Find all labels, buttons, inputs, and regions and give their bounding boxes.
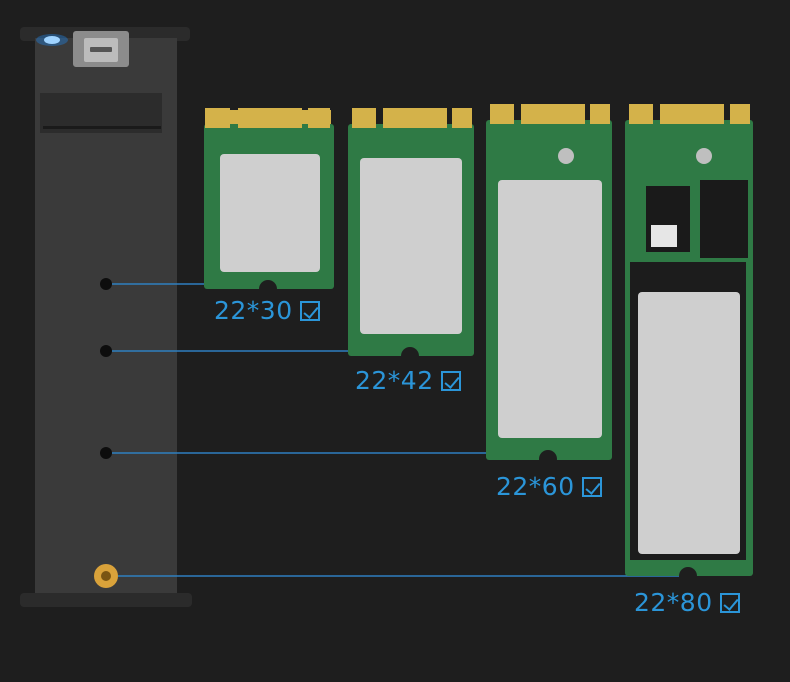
- size-label-2260: 22*60: [496, 472, 602, 501]
- status-led: [36, 34, 68, 46]
- check-icon: [440, 370, 461, 391]
- ssd-2260: [486, 104, 612, 468]
- brass-standoff: [94, 564, 118, 588]
- usb-c-port: [73, 31, 129, 67]
- illustration: [20, 27, 753, 607]
- size-label-2242: 22*42: [355, 366, 461, 395]
- ssd-size-compatibility-graphic: 22*30 22*42 22*60 22*80: [0, 0, 790, 682]
- enclosure: [20, 27, 192, 607]
- mount-hole-60: [100, 447, 112, 459]
- ssd-2242: [348, 108, 474, 365]
- size-text: 22*30: [214, 296, 293, 325]
- check-icon: [581, 476, 602, 497]
- size-text: 22*80: [634, 588, 713, 617]
- mount-hole-30: [100, 278, 112, 290]
- size-label-2230: 22*30: [214, 296, 320, 325]
- size-text: 22*42: [355, 366, 434, 395]
- check-icon: [719, 592, 740, 613]
- mount-hole-42: [100, 345, 112, 357]
- check-icon: [299, 300, 320, 321]
- size-text: 22*60: [496, 472, 575, 501]
- size-label-2280: 22*80: [634, 588, 740, 617]
- ssd-2230: [204, 108, 334, 298]
- ssd-2280: [625, 104, 753, 585]
